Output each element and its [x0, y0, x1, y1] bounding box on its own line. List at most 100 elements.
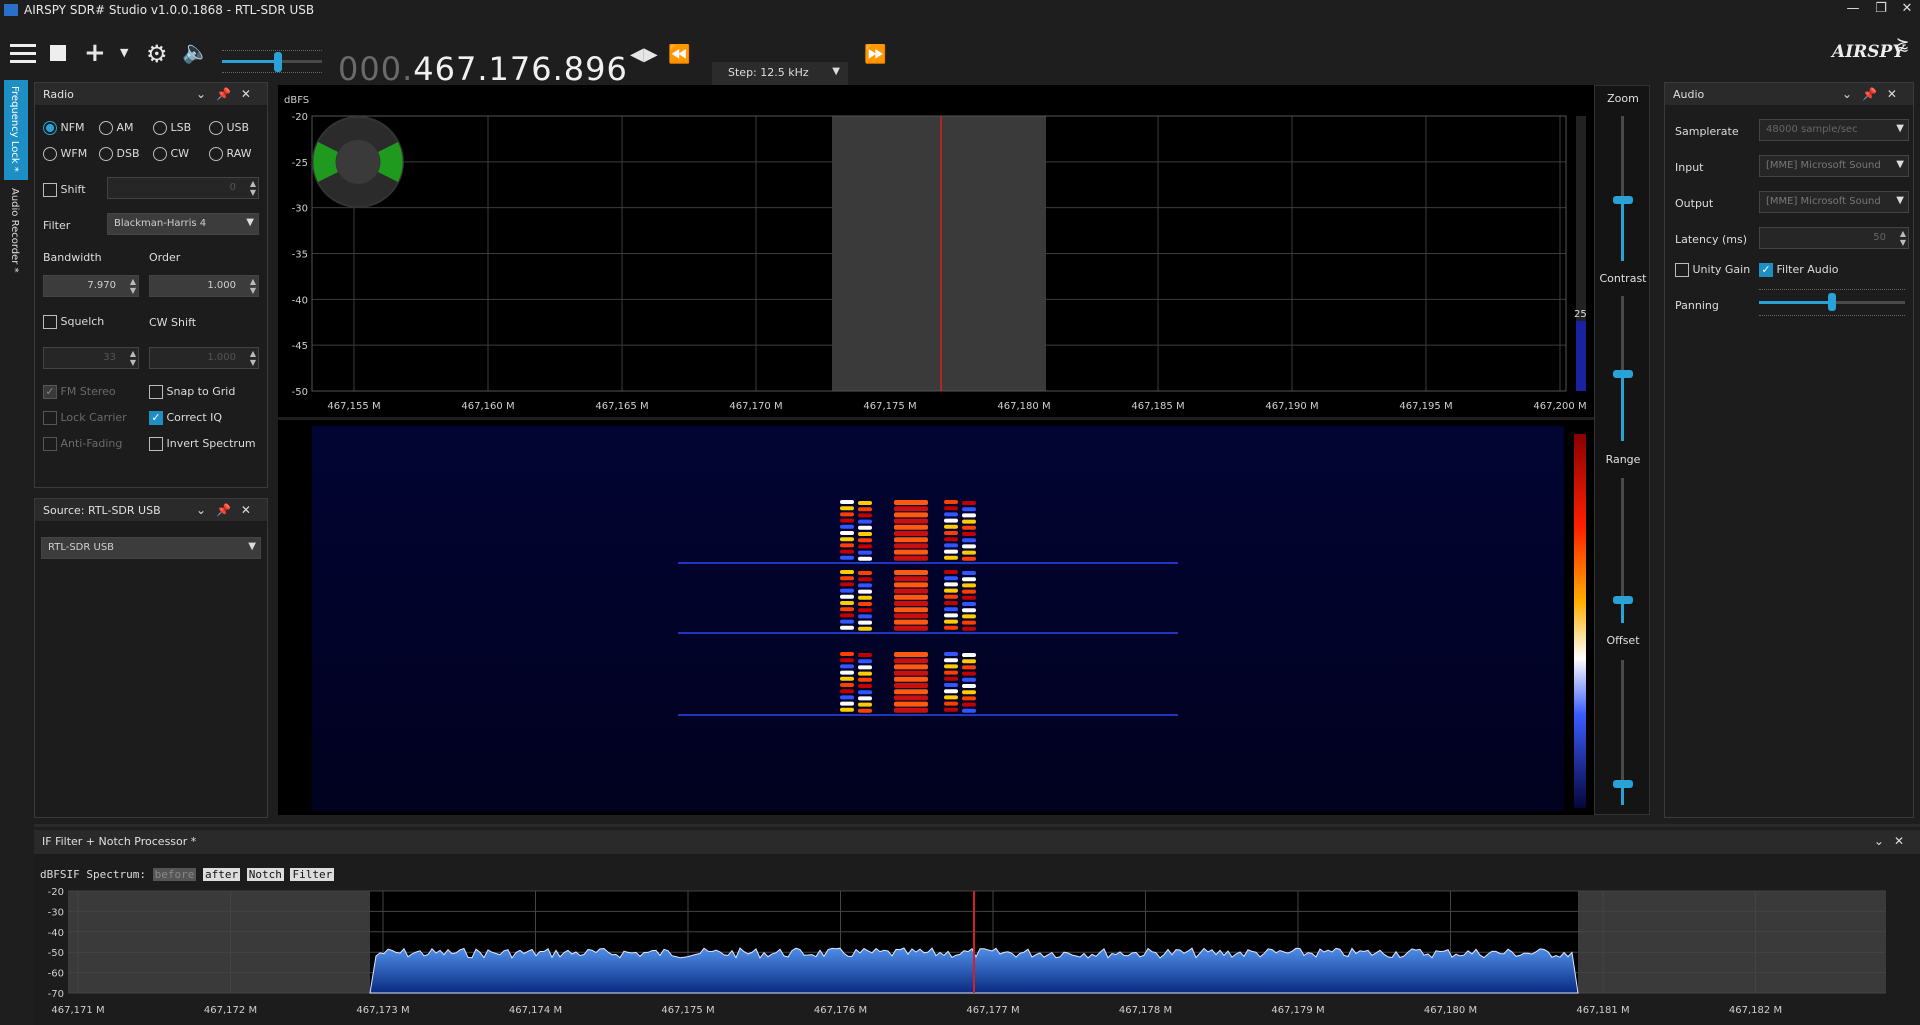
step-back-icon[interactable]: ⏪ [668, 44, 690, 65]
mode-cw[interactable]: CW [153, 147, 189, 161]
add-dropdown-icon[interactable]: ▼ [120, 46, 128, 59]
contrast-slider-thumb[interactable] [1613, 370, 1633, 378]
anti-fading-checkbox[interactable]: Anti-Fading [43, 437, 122, 451]
before-button[interactable]: before [152, 868, 197, 881]
offset-slider-thumb[interactable] [1613, 780, 1633, 788]
if-x-tick-label: 467,181 M [1576, 1005, 1629, 1016]
panel-title: Radio [43, 88, 74, 101]
output-label: Output [1675, 197, 1714, 210]
samplerate-select[interactable]: 48000 sample/sec ▼ [1759, 119, 1909, 141]
filter-audio-checkbox[interactable]: ✓ Filter Audio [1759, 263, 1839, 277]
mode-wfm[interactable]: WFM [43, 147, 87, 161]
panel-controls-icon[interactable]: ⌄📌✕ [196, 503, 261, 517]
panel-controls-icon[interactable]: ⌄📌✕ [196, 87, 261, 101]
minimize-button[interactable]: — [1838, 0, 1868, 20]
cw-shift-input[interactable]: 1.000 ▲ ▼ [149, 347, 259, 369]
mode-raw[interactable]: RAW [209, 147, 252, 161]
signal-icon: ⪸ [1896, 34, 1910, 53]
mode-dsb[interactable]: DSB [99, 147, 140, 161]
step-label: Step: 12.5 kHz [728, 66, 809, 79]
range-slider-thumb[interactable] [1613, 596, 1633, 604]
if-y-tick-label: -30 [48, 907, 64, 918]
mode-lsb[interactable]: LSB [153, 121, 191, 135]
spectrum-unit: dBFS [284, 95, 309, 106]
after-button[interactable]: after [202, 868, 241, 881]
step-forward-icon[interactable]: ⏩ [864, 44, 886, 65]
tab-audio-recorder[interactable]: Audio Recorder * [4, 184, 28, 284]
gain-bar-level [1576, 321, 1586, 391]
waterfall-color-scale [1574, 434, 1586, 808]
spectrum-analyzer[interactable]: dBFS -20 -25 -30 -35 -40 -45 -50 467,155 M 467,… [278, 85, 1596, 417]
if-spectrum-plot[interactable]: -20-30-40-50-60-70 467,171 M 467,172 M 467… [34, 886, 1920, 1025]
if-y-ticks: -20 -30 -40 -50 -60 -70 [48, 887, 64, 1000]
stop-button[interactable] [50, 45, 66, 61]
snap-to-grid-checkbox[interactable]: Snap to Grid [149, 385, 235, 399]
input-select[interactable]: [MME] Microsoft Sound ▼ [1759, 155, 1909, 177]
samplerate-label: Samplerate [1675, 125, 1739, 138]
order-label: Order [149, 251, 181, 264]
if-x-tick-label: 467,171 M [51, 1005, 104, 1016]
panel-controls-icon[interactable]: ⌄📌✕ [1842, 87, 1907, 101]
chevron-down-icon: ▼ [248, 541, 256, 552]
step-selector[interactable]: Step: 12.5 kHz ▼ [712, 62, 848, 86]
output-select[interactable]: [MME] Microsoft Sound ▼ [1759, 191, 1909, 213]
panel-title: Source: RTL-SDR USB [43, 504, 161, 517]
device-select[interactable]: RTL-SDR USB ▼ [41, 537, 261, 559]
filter-select[interactable]: Blackman-Harris 4 ▼ [107, 213, 259, 235]
order-input[interactable]: 1.000 ▲ ▼ [149, 275, 259, 297]
if-panel-header: IF Filter + Notch Processor * ⌄✕ [34, 830, 1920, 854]
if-spectrum-header: dBFSIF Spectrum: before after Notch Filt… [40, 868, 335, 881]
chevron-down-icon: ▼ [246, 217, 254, 228]
fm-stereo-checkbox[interactable]: ✓ FM Stereo [43, 385, 116, 399]
x-tick-label: 467,170 M [729, 401, 782, 412]
mode-usb[interactable]: USB [209, 121, 249, 135]
spectrum-plot: dBFS -20-25-30-35-40-45-50 467,155 M 467,… [284, 95, 1587, 412]
bandwidth-input[interactable]: 7.970 ▲ ▼ [43, 275, 139, 297]
add-icon[interactable]: + [84, 38, 106, 68]
speaker-icon[interactable]: 🔈 [182, 40, 209, 65]
gain-value: 25 [1574, 309, 1587, 320]
latency-input[interactable]: 50 ▲ ▼ [1759, 227, 1909, 249]
mode-am[interactable]: AM [99, 121, 134, 135]
if-x-tick-label: 467,177 M [966, 1005, 1019, 1016]
zoom-label: Zoom [1607, 92, 1639, 105]
shift-input[interactable]: 0 ▲ ▼ [107, 177, 259, 199]
x-tick-label: 467,175 M [863, 401, 916, 412]
mode-nfm[interactable]: NFM [43, 121, 85, 135]
y-tick-label: -30 [292, 204, 308, 215]
if-x-tick-label: 467,176 M [814, 1005, 867, 1016]
tab-frequency-lock[interactable]: Frequency Lock * [4, 80, 28, 180]
invert-spectrum-checkbox[interactable]: Invert Spectrum [149, 437, 256, 451]
range-label: Range [1605, 453, 1641, 466]
x-tick-label: 467,185 M [1131, 401, 1184, 412]
shift-checkbox[interactable]: Shift [43, 183, 86, 197]
squelch-checkbox[interactable]: Squelch [43, 315, 104, 329]
lock-carrier-checkbox[interactable]: Lock Carrier [43, 411, 127, 425]
snr-ring-icon [312, 116, 404, 208]
volume-slider[interactable] [222, 50, 322, 74]
frequency-display[interactable]: 000.467.176.896 [338, 50, 628, 88]
title-bar: AIRSPY SDR# Studio v1.0.0.1868 - RTL-SDR… [0, 0, 1920, 20]
filter-button[interactable]: Filter [290, 868, 335, 881]
menu-icon[interactable] [10, 44, 36, 64]
tune-arrows-icon[interactable]: ◀▶ [630, 44, 658, 65]
y-tick-label: -35 [292, 250, 308, 261]
chevron-down-icon: ▼ [832, 66, 840, 77]
panel-controls-icon[interactable]: ⌄✕ [1874, 834, 1914, 848]
x-tick-label: 467,195 M [1399, 401, 1452, 412]
if-x-tick-label: 467,175 M [661, 1005, 714, 1016]
notch-button[interactable]: Notch [246, 868, 284, 881]
y-tick-label: -20 [292, 112, 308, 123]
unity-gain-checkbox[interactable]: Unity Gain [1675, 263, 1750, 277]
display-sliders: Zoom Contrast Range Offset [1594, 85, 1650, 815]
waterfall-display[interactable] [278, 420, 1596, 815]
close-window-button[interactable]: ✕ [1892, 0, 1920, 20]
panning-slider[interactable] [1759, 289, 1905, 319]
correct-iq-checkbox[interactable]: ✓ Correct IQ [149, 411, 222, 425]
gear-icon[interactable]: ⚙ [146, 40, 168, 68]
app-logo-icon [4, 4, 18, 16]
zoom-slider-thumb[interactable] [1613, 196, 1633, 204]
splitter[interactable] [34, 824, 1920, 827]
if-x-tick-label: 467,172 M [204, 1005, 257, 1016]
squelch-input[interactable]: 33 ▲ ▼ [43, 347, 139, 369]
